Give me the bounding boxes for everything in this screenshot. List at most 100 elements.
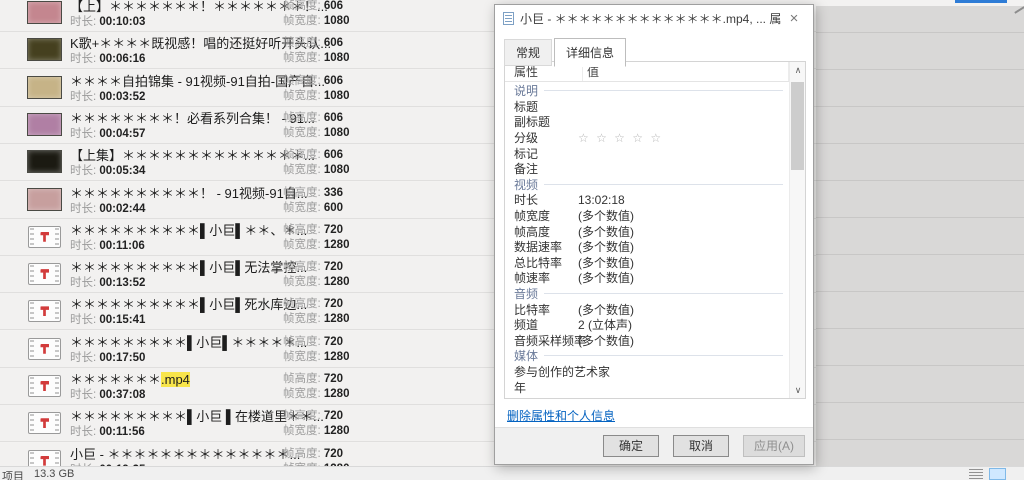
section-rule	[544, 355, 783, 356]
video-glyph	[40, 344, 49, 354]
video-file-icon	[28, 300, 61, 322]
frame-width-line: 帧宽度: 1080	[283, 89, 349, 104]
property-row[interactable]: 标记	[505, 145, 789, 161]
property-row[interactable]: 备注	[505, 161, 789, 177]
scrollbar-thumb[interactable]	[791, 82, 804, 170]
property-row[interactable]: 帧宽度(多个数值)	[505, 208, 789, 224]
file-name: 【上】＊＊＊＊＊＊＊！＊＊＊＊＊＊＊！...	[70, 0, 430, 15]
frame-width-line: 帧宽度: 1280	[283, 312, 349, 327]
property-row[interactable]: 标题	[505, 99, 789, 115]
remove-properties-link[interactable]: 删除属性和个人信息	[507, 407, 615, 424]
properties-file-icon	[503, 12, 514, 25]
frame-height-line: 帧高度: 606	[283, 111, 349, 126]
frame-width-value: 1280	[324, 313, 350, 325]
frame-height-label: 帧高度:	[283, 298, 324, 310]
dialog-tabs: 常规 详细信息	[504, 38, 628, 66]
property-row[interactable]: 帧高度(多个数值)	[505, 223, 789, 239]
duration-value: 00:05:34	[99, 165, 145, 177]
property-row[interactable]: 帧速率(多个数值)	[505, 270, 789, 286]
file-text-block: ＊＊＊＊＊＊＊＊＊▌小巨▌＊＊＊＊＊...时长: 00:17:50	[70, 334, 430, 366]
file-thumbnail	[27, 38, 62, 61]
property-row[interactable]: 音频采样频率(多个数值)	[505, 333, 789, 349]
details-scrollbar[interactable]: ∧ ∨	[789, 62, 805, 398]
frame-width-value: 1280	[324, 351, 350, 363]
property-row[interactable]: 参与创作的艺术家	[505, 364, 789, 380]
scroll-down-icon[interactable]: ∨	[790, 382, 806, 398]
property-section-header: 音频	[505, 286, 789, 302]
property-label: 总比特率	[505, 254, 578, 271]
video-file-icon	[28, 375, 61, 397]
frame-height-label: 帧高度:	[283, 261, 324, 273]
apply-button[interactable]: 应用(A)	[743, 435, 805, 457]
frame-height-line: 帧高度: 720	[283, 335, 349, 350]
frame-width-value: 1080	[324, 90, 350, 102]
details-view-icon[interactable]	[969, 469, 983, 480]
video-glyph	[40, 381, 49, 391]
frame-width-label: 帧宽度:	[283, 351, 324, 363]
duration-label: 时长:	[70, 128, 99, 140]
duration-value: 00:03:52	[99, 91, 145, 103]
duration-label: 时长:	[70, 16, 99, 28]
property-section-header: 视频	[505, 177, 789, 193]
property-row[interactable]: 频道2 (立体声)	[505, 317, 789, 333]
property-label: 帧速率	[505, 269, 578, 286]
frame-height-label: 帧高度:	[283, 0, 324, 12]
video-glyph	[40, 232, 49, 242]
frame-height-value: 720	[324, 224, 343, 236]
dialog-footer: 确定 取消 应用(A)	[495, 427, 813, 464]
property-row[interactable]: 分级☆ ☆ ☆ ☆ ☆	[505, 130, 789, 146]
section-rule	[544, 293, 783, 294]
section-rule	[544, 90, 783, 91]
frame-width-label: 帧宽度:	[283, 202, 324, 214]
accent-strip	[955, 0, 1007, 3]
frame-height-value: 606	[324, 0, 343, 12]
duration-label: 时长:	[70, 91, 99, 103]
file-name: ＊＊＊＊＊＊＊＊＊＊▌小巨▌无法掌控...	[70, 259, 430, 276]
frame-height-line: 帧高度: 720	[283, 297, 349, 312]
property-label: 参与创作的艺术家	[505, 363, 578, 380]
search-highlight: .mp4	[161, 372, 190, 387]
file-name: 【上集】＊＊＊＊＊＊＊＊＊＊＊＊＊＊...	[70, 147, 430, 164]
frame-width-value: 1280	[324, 276, 350, 288]
property-value: (多个数值)	[578, 207, 789, 224]
property-label: 备注	[505, 160, 578, 177]
tab-details[interactable]: 详细信息	[554, 38, 626, 67]
file-text-block: 【上集】＊＊＊＊＊＊＊＊＊＊＊＊＊＊...时长: 00:05:34	[70, 147, 430, 179]
status-bar: 项目 13.3 GB	[0, 466, 1024, 480]
file-duration-line: 时长: 00:13:52	[70, 276, 430, 291]
property-row[interactable]: 数据速率(多个数值)	[505, 239, 789, 255]
file-thumbnail	[27, 188, 62, 211]
frame-width-value: 1080	[324, 127, 350, 139]
video-glyph	[40, 418, 49, 428]
close-icon[interactable]: ×	[781, 10, 807, 27]
file-text-block: ＊＊＊＊＊＊＊＊＊▌小巨 ▌在楼道里＊＊...时长: 00:11:56	[70, 408, 430, 440]
frame-width-line: 帧宽度: 1280	[283, 238, 349, 253]
video-glyph	[40, 269, 49, 279]
properties-dialog: 小巨 - ＊＊＊＊＊＊＊＊＊＊＊＊＊＊.mp4, ... 属性 × 常规 详细信…	[494, 4, 814, 465]
frame-width-line: 帧宽度: 1280	[283, 424, 349, 439]
cancel-button[interactable]: 取消	[673, 435, 729, 457]
status-items-label: 项目	[2, 468, 24, 480]
property-label: 音频采样频率	[505, 332, 578, 349]
file-duration-line: 时长: 00:37:08	[70, 388, 430, 403]
thumbnail-view-icon[interactable]	[989, 468, 1006, 480]
dialog-title-bar[interactable]: 小巨 - ＊＊＊＊＊＊＊＊＊＊＊＊＊＊.mp4, ... 属性 ×	[495, 5, 813, 32]
property-row[interactable]: 时长13:02:18	[505, 192, 789, 208]
duration-value: 00:17:50	[99, 352, 145, 364]
scroll-up-icon[interactable]: ∧	[790, 62, 806, 78]
property-row[interactable]: 总比特率(多个数值)	[505, 255, 789, 271]
ok-button[interactable]: 确定	[603, 435, 659, 457]
duration-value: 00:11:06	[99, 240, 144, 252]
property-row[interactable]: 比特率(多个数值)	[505, 301, 789, 317]
details-rows: 说明标题副标题分级☆ ☆ ☆ ☆ ☆标记备注视频时长13:02:18帧宽度(多个…	[505, 83, 789, 398]
property-row[interactable]: 年	[505, 379, 789, 395]
duration-value: 00:10:03	[99, 16, 145, 28]
property-label: 标题	[505, 98, 578, 115]
property-row[interactable]: 副标题	[505, 114, 789, 130]
file-meta-block: 帧高度: 606帧宽度: 1080	[283, 36, 349, 66]
file-text-block: ＊＊＊＊＊＊＊.mp4时长: 00:37:08	[70, 371, 430, 403]
property-label: 时长	[505, 191, 578, 208]
tab-general[interactable]: 常规	[504, 39, 552, 66]
duration-label: 时长:	[70, 165, 99, 177]
file-meta-block: 帧高度: 720帧宽度: 1280	[283, 260, 349, 290]
